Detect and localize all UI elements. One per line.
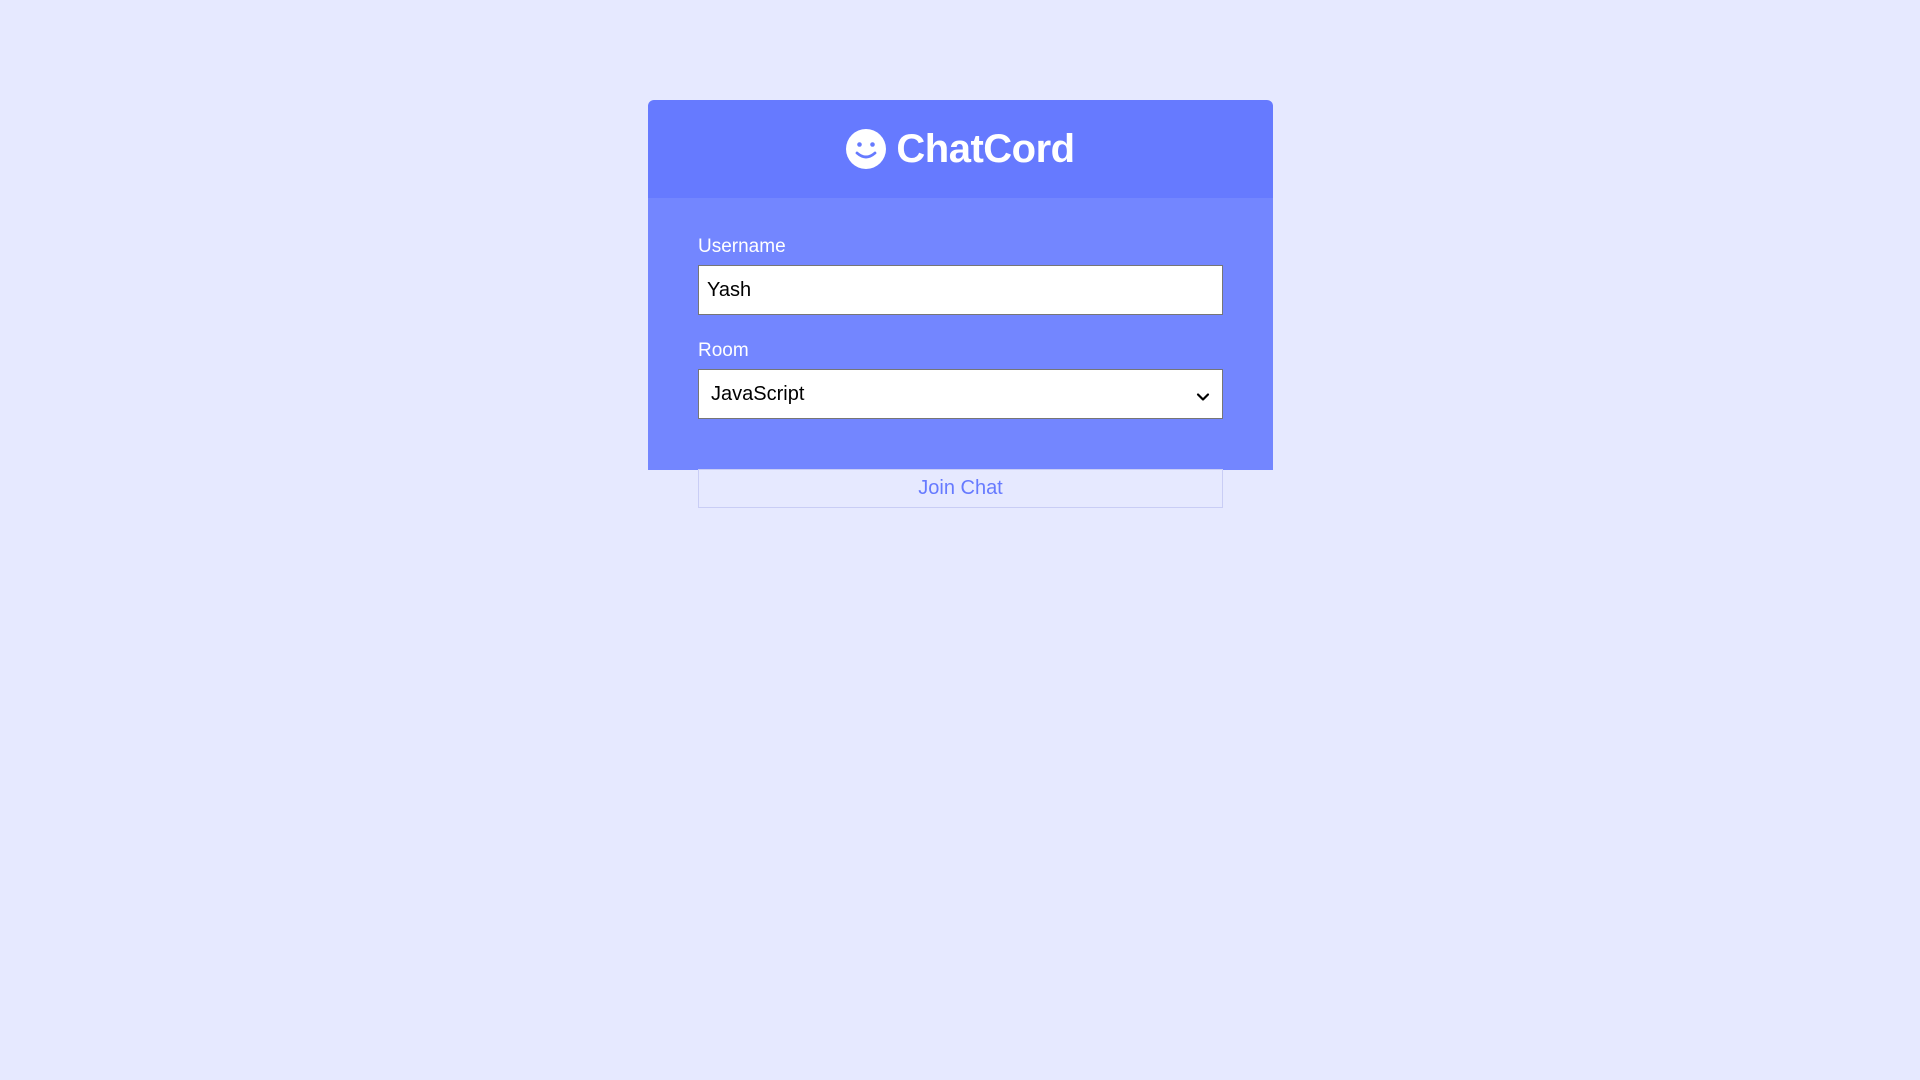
username-label: Username	[698, 236, 786, 257]
join-chat-button[interactable]: Join Chat	[698, 469, 1223, 508]
chevron-down-icon	[1196, 389, 1210, 401]
room-label: Room	[698, 340, 749, 361]
username-input[interactable]	[698, 265, 1223, 315]
room-control: Room JavaScript	[698, 340, 1223, 419]
join-form: Username Room JavaScript Join Chat	[648, 198, 1273, 508]
username-control: Username	[698, 236, 1223, 315]
smile-icon	[846, 129, 887, 169]
join-container: ChatCord Username Room JavaScript Join C…	[648, 100, 1273, 508]
room-select-value: JavaScript	[711, 382, 805, 405]
room-select[interactable]: JavaScript	[698, 369, 1223, 419]
join-header: ChatCord	[648, 100, 1273, 198]
app-title: ChatCord	[896, 126, 1075, 171]
